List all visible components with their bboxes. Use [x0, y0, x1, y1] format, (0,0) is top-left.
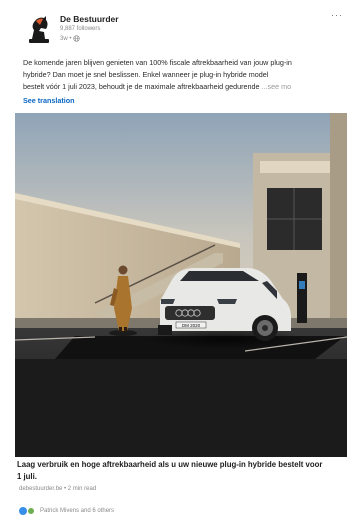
follower-count: 9,887 followers	[60, 26, 101, 32]
link-headline-line: Laag verbruik en hoge aftrekbaarheid als…	[17, 460, 323, 469]
company-logo-icon[interactable]	[27, 15, 51, 43]
feed-post: De Bestuurder 9,887 followers 3w • ··· D…	[0, 0, 347, 521]
post-image[interactable]: DM 2020	[15, 113, 347, 457]
post-body: De komende jaren blijven genieten van 10…	[23, 57, 345, 93]
post-time: 3w •	[60, 35, 72, 42]
more-options-button[interactable]: ···	[331, 10, 343, 20]
car-photo: DM 2020	[15, 113, 347, 457]
see-translation-link[interactable]: See translation	[23, 96, 75, 105]
see-more-link[interactable]: ...see mo	[262, 82, 292, 91]
license-plate-text: DM 2020	[182, 323, 201, 328]
reactions-text: Patrick Mivens and 6 others	[40, 508, 115, 514]
link-source: debestuurder.be • 2 min read	[19, 486, 97, 492]
reactions-summary[interactable]: Patrick Mivens and 6 others	[19, 507, 114, 515]
post-body-line: De komende jaren blijven genieten van 10…	[23, 58, 292, 67]
link-headline[interactable]: Laag verbruik en hoge aftrekbaarheid als…	[17, 459, 345, 483]
post-header: De Bestuurder 9,887 followers 3w • ···	[0, 0, 347, 56]
link-headline-line: 1 juli.	[17, 472, 37, 481]
post-body-line-last: bestelt vóór 1 juli 2023, behoudt je de …	[23, 81, 345, 93]
post-meta: 3w •	[60, 35, 81, 42]
post-body-line: hybride? Dan moet je snel beslissen. Enk…	[23, 70, 269, 79]
celebrate-reaction-icon	[27, 507, 35, 515]
globe-icon	[73, 35, 81, 42]
like-reaction-icon	[19, 507, 27, 515]
author-name[interactable]: De Bestuurder	[60, 14, 119, 24]
post-body-text: bestelt vóór 1 juli 2023, behoudt je de …	[23, 82, 260, 91]
